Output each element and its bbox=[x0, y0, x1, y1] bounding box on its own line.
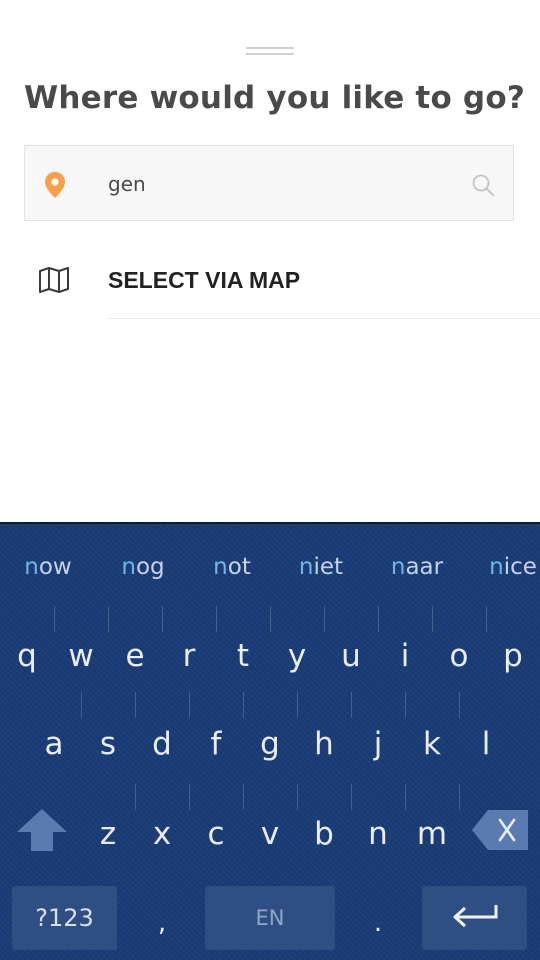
select-via-map-row[interactable]: SELECT VIA MAP bbox=[0, 245, 540, 320]
page-title: Where would you like to go? bbox=[24, 80, 526, 116]
key-separator bbox=[243, 692, 244, 718]
space-bar[interactable]: EN bbox=[205, 886, 335, 950]
key-l[interactable]: l bbox=[482, 729, 491, 760]
key-period[interactable]: . bbox=[374, 910, 382, 936]
key-p[interactable]: p bbox=[503, 641, 523, 672]
symbols-key[interactable]: ?123 bbox=[12, 886, 117, 950]
key-j[interactable]: j bbox=[374, 729, 383, 760]
key-comma[interactable]: , bbox=[158, 910, 166, 936]
key-w[interactable]: w bbox=[68, 641, 93, 672]
key-separator bbox=[189, 692, 190, 718]
key-f[interactable]: f bbox=[211, 729, 222, 760]
key-z[interactable]: z bbox=[100, 819, 116, 850]
suggestion-naar[interactable]: naar bbox=[391, 554, 443, 580]
search-input[interactable] bbox=[108, 168, 438, 200]
key-separator bbox=[351, 692, 352, 718]
key-separator bbox=[108, 606, 109, 632]
key-o[interactable]: o bbox=[450, 641, 469, 672]
key-u[interactable]: u bbox=[341, 641, 361, 672]
divider bbox=[108, 318, 540, 319]
suggestion-nog[interactable]: nog bbox=[121, 554, 164, 580]
key-separator bbox=[216, 606, 217, 632]
key-d[interactable]: d bbox=[152, 729, 172, 760]
key-separator bbox=[405, 784, 406, 810]
key-a[interactable]: a bbox=[45, 729, 64, 760]
key-m[interactable]: m bbox=[417, 819, 447, 850]
key-separator bbox=[54, 606, 55, 632]
key-separator bbox=[135, 692, 136, 718]
key-i[interactable]: i bbox=[401, 641, 410, 672]
key-e[interactable]: e bbox=[125, 641, 144, 672]
suggestion-nice[interactable]: nice bbox=[489, 554, 537, 580]
key-separator bbox=[486, 606, 487, 632]
key-v[interactable]: v bbox=[261, 819, 279, 850]
key-separator bbox=[243, 784, 244, 810]
suggestion-not[interactable]: not bbox=[213, 554, 251, 580]
key-s[interactable]: s bbox=[100, 729, 116, 760]
key-separator bbox=[459, 784, 460, 810]
key-separator bbox=[459, 692, 460, 718]
key-separator bbox=[270, 606, 271, 632]
key-x[interactable]: x bbox=[153, 819, 171, 850]
key-separator bbox=[324, 606, 325, 632]
suggestion-niet[interactable]: niet bbox=[299, 554, 343, 580]
suggestion-now[interactable]: now bbox=[24, 554, 71, 580]
enter-icon bbox=[451, 903, 499, 933]
key-separator bbox=[189, 784, 190, 810]
key-r[interactable]: r bbox=[183, 641, 196, 672]
enter-key[interactable] bbox=[422, 886, 527, 950]
key-y[interactable]: y bbox=[288, 641, 306, 672]
key-b[interactable]: b bbox=[314, 819, 334, 850]
key-n[interactable]: n bbox=[368, 819, 388, 850]
search-box[interactable] bbox=[24, 145, 514, 221]
key-c[interactable]: c bbox=[207, 819, 224, 850]
drag-handle[interactable] bbox=[246, 47, 294, 57]
key-separator bbox=[297, 784, 298, 810]
soft-keyboard: now nog not niet naar nice q w e r t y u… bbox=[0, 522, 540, 960]
key-g[interactable]: g bbox=[260, 729, 280, 760]
key-h[interactable]: h bbox=[314, 729, 334, 760]
key-t[interactable]: t bbox=[237, 641, 249, 672]
key-separator bbox=[432, 606, 433, 632]
key-k[interactable]: k bbox=[423, 729, 441, 760]
key-separator bbox=[297, 692, 298, 718]
key-separator bbox=[81, 692, 82, 718]
key-separator bbox=[135, 784, 136, 810]
key-separator bbox=[351, 784, 352, 810]
key-separator bbox=[405, 692, 406, 718]
key-separator bbox=[378, 606, 379, 632]
select-via-map-label: SELECT VIA MAP bbox=[108, 267, 301, 293]
key-separator bbox=[162, 606, 163, 632]
key-q[interactable]: q bbox=[17, 641, 37, 672]
